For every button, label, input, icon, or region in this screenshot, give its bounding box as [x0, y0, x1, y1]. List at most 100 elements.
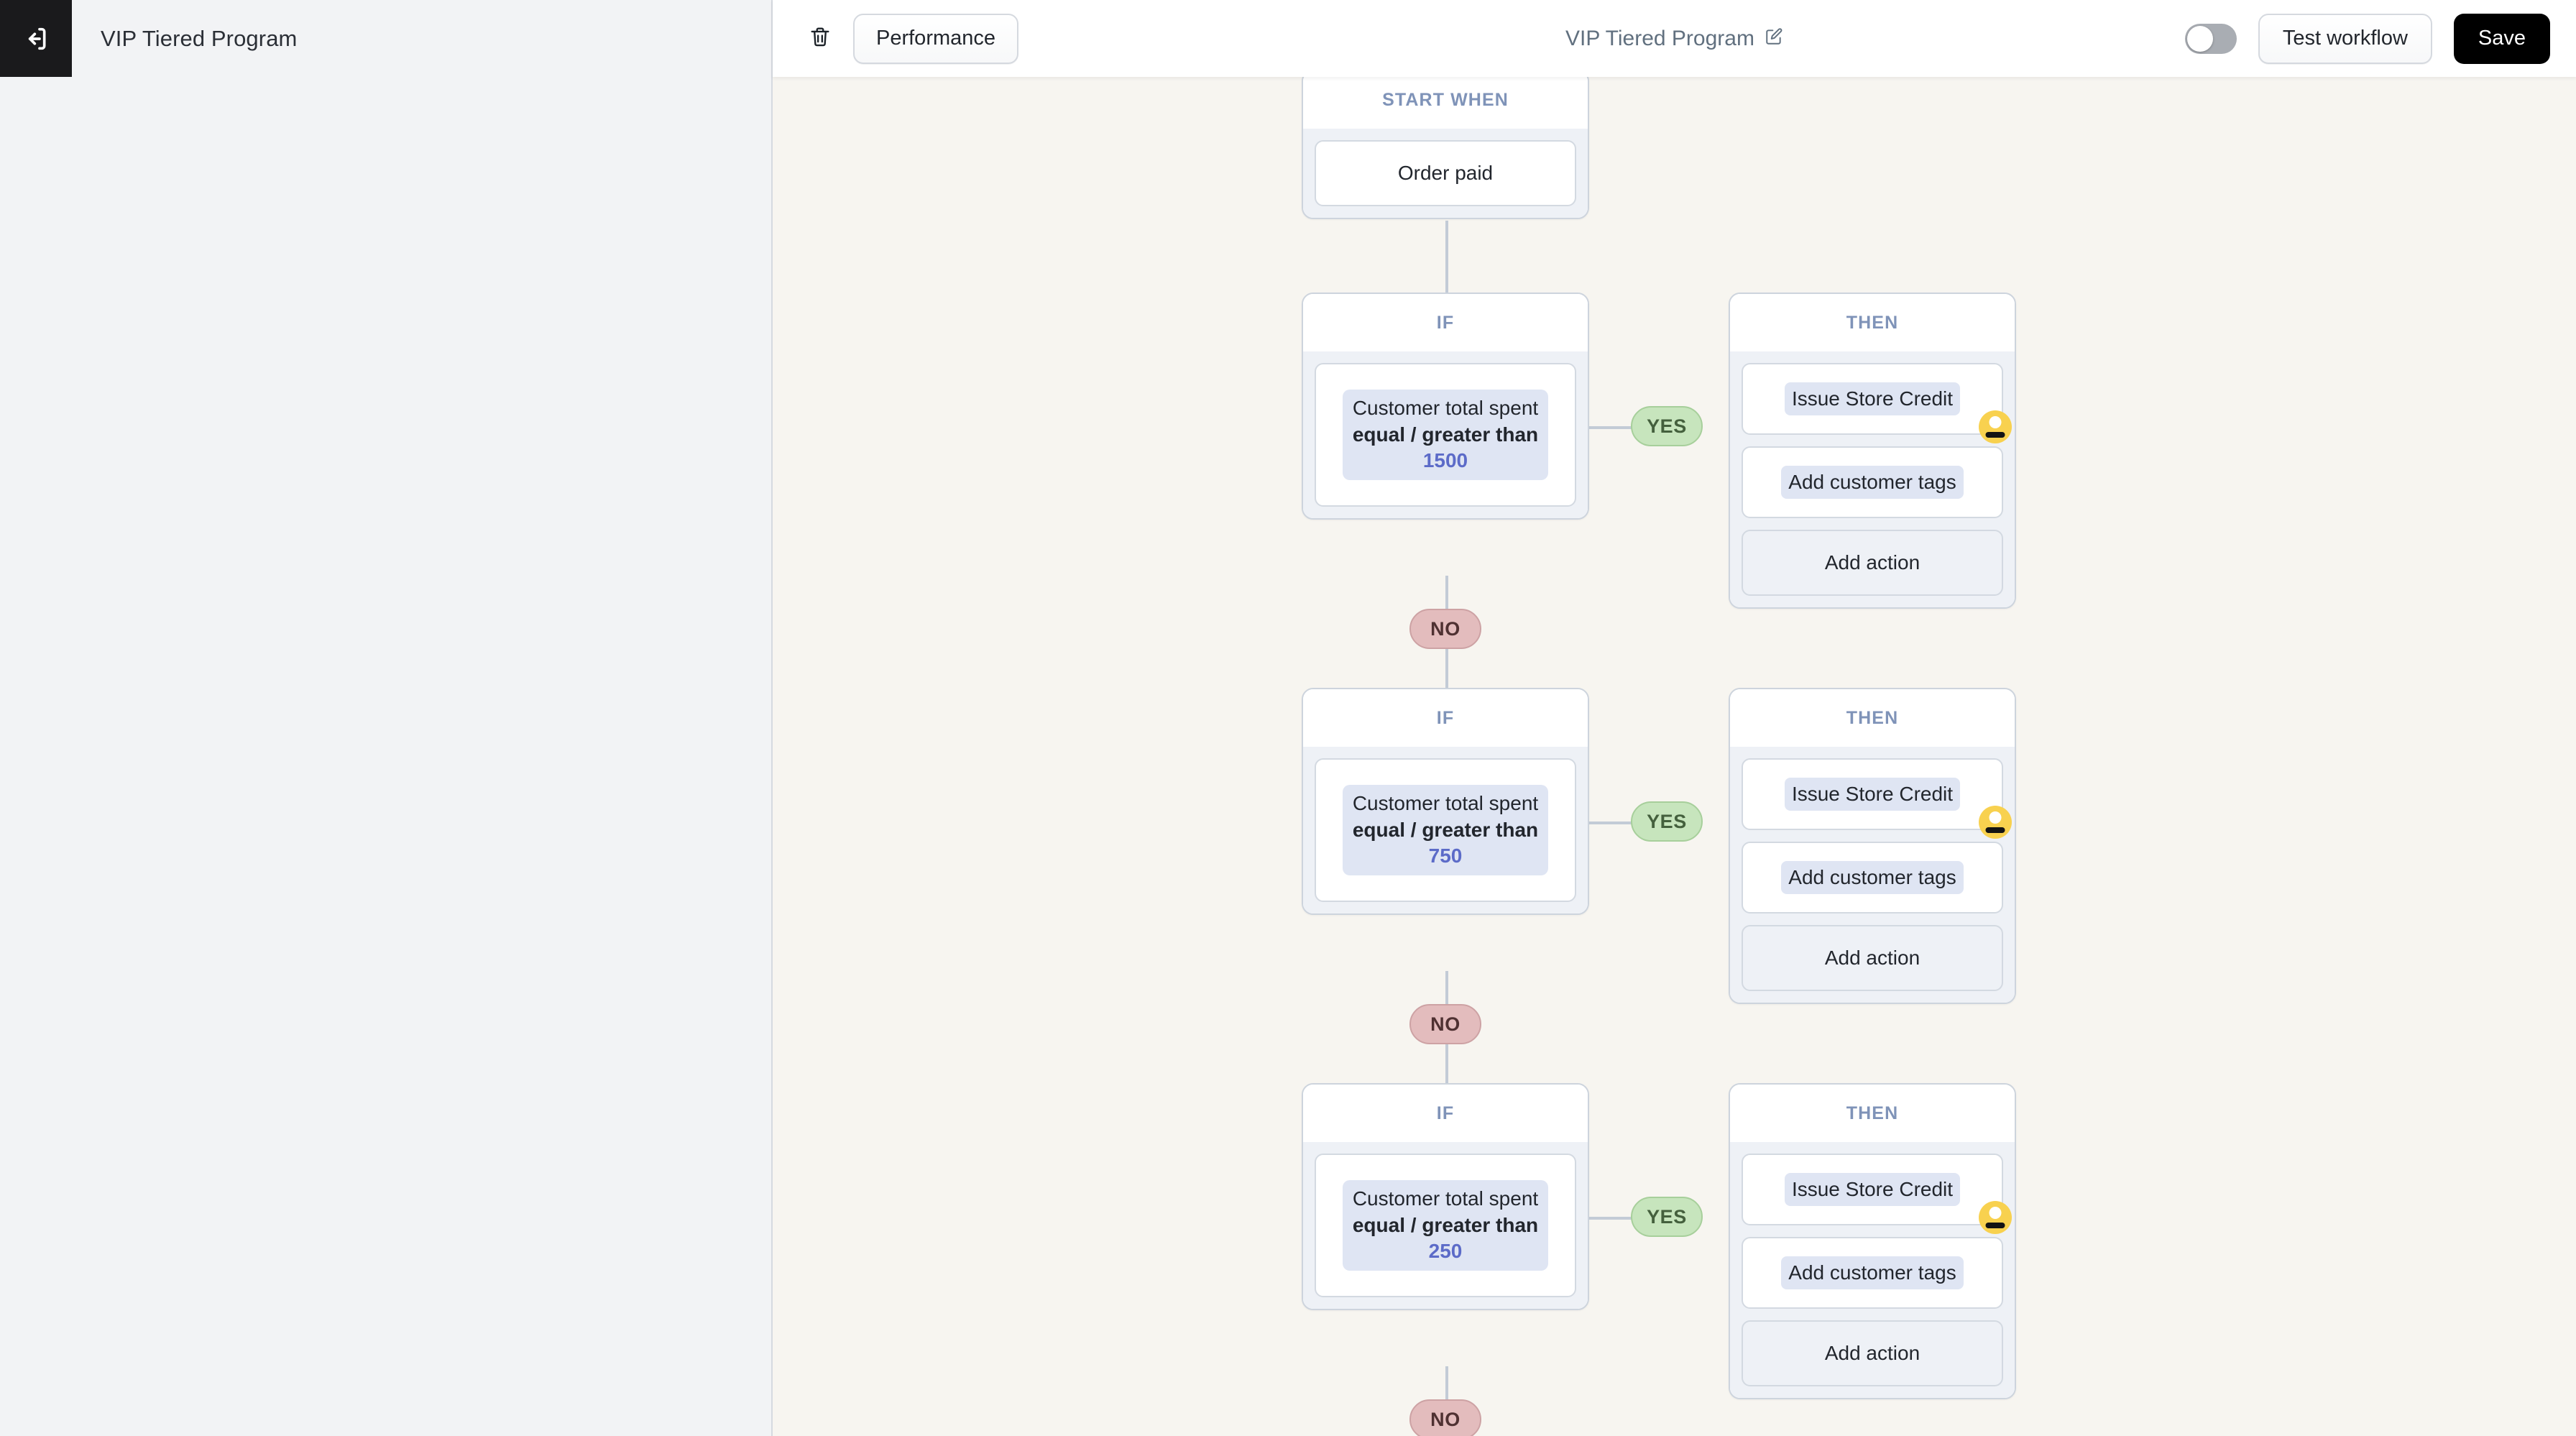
then-node-1-header: THEN	[1730, 294, 2015, 351]
user-avatar-badge	[1979, 410, 2012, 443]
then-node-3-header: THEN	[1730, 1085, 2015, 1142]
condition-card-1[interactable]: Customer total spent equal / greater tha…	[1315, 363, 1576, 507]
delete-workflow-button[interactable]	[803, 22, 837, 56]
then-node-3-header-label: THEN	[1846, 1103, 1899, 1123]
yes-pill-3-label: YES	[1647, 1205, 1687, 1228]
workflow-enable-toggle[interactable]	[2184, 23, 2237, 54]
trash-icon	[808, 24, 832, 52]
no-pill-3: NO	[1409, 1399, 1481, 1436]
action-card-2-2-label: Add customer tags	[1781, 861, 1964, 894]
condition-value-3: 250	[1428, 1240, 1463, 1263]
condition-operator-3: equal / greater than	[1352, 1213, 1539, 1236]
trigger-item-label: Order paid	[1397, 162, 1494, 184]
action-card-1-2[interactable]: Add customer tags	[1742, 446, 2003, 518]
save-button[interactable]: Save	[2453, 13, 2550, 64]
action-card-1-1[interactable]: Issue Store Credit	[1742, 363, 2012, 443]
action-card-1-1-label: Issue Store Credit	[1784, 382, 1961, 415]
test-workflow-label: Test workflow	[2282, 27, 2408, 50]
if-node-3[interactable]: IF Customer total spent equal / greater …	[1302, 1083, 1589, 1310]
action-card-1-2-label: Add customer tags	[1781, 466, 1964, 499]
add-action-button-1-label: Add action	[1824, 551, 1920, 574]
then-node-1-header-label: THEN	[1846, 312, 1899, 333]
no-pill-1-label: NO	[1430, 617, 1460, 640]
yes-pill-2-label: YES	[1647, 810, 1687, 832]
add-action-button-3-label: Add action	[1824, 1342, 1920, 1364]
if-node-1-body: Customer total spent equal / greater tha…	[1303, 351, 1588, 518]
yes-pill-1-label: YES	[1647, 415, 1687, 437]
action-card-3-1[interactable]: Issue Store Credit	[1742, 1154, 2012, 1234]
then-node-2-body: Issue Store Credit Add customer tags Add…	[1730, 747, 2015, 1003]
trigger-item-card[interactable]: Order paid	[1315, 140, 1576, 206]
then-node-3-body: Issue Store Credit Add customer tags Add…	[1730, 1142, 2015, 1398]
if-node-3-body: Customer total spent equal / greater tha…	[1303, 1142, 1588, 1309]
condition-chip-3: Customer total spent equal / greater tha…	[1342, 1179, 1549, 1271]
yes-pill-3: YES	[1631, 1197, 1703, 1237]
trigger-node[interactable]: START WHEN Order paid	[1302, 77, 1589, 219]
condition-subject-3: Customer total spent	[1352, 1187, 1539, 1210]
if-node-2-header: IF	[1303, 689, 1588, 747]
performance-button-label: Performance	[876, 27, 996, 50]
action-card-2-2[interactable]: Add customer tags	[1742, 842, 2003, 913]
trigger-node-body: Order paid	[1303, 129, 1588, 218]
workflow-toolbar: Performance VIP Tiered Program Test work…	[773, 0, 2576, 77]
then-node-2[interactable]: THEN Issue Store Credit Add customer tag…	[1729, 688, 2016, 1004]
node-layer: START WHEN Order paid IF Customer total …	[773, 77, 2576, 1436]
if-node-2-header-label: IF	[1436, 707, 1455, 728]
action-card-3-2-label: Add customer tags	[1781, 1256, 1964, 1289]
user-avatar-badge	[1979, 1201, 2012, 1234]
left-panel-header: VIP Tiered Program	[72, 0, 773, 77]
no-pill-2: NO	[1409, 1004, 1481, 1044]
then-node-2-header: THEN	[1730, 689, 2015, 747]
condition-chip-1: Customer total spent equal / greater tha…	[1342, 389, 1549, 481]
performance-button[interactable]: Performance	[853, 13, 1019, 64]
workflow-title: VIP Tiered Program	[1565, 26, 1754, 50]
then-node-1-body: Issue Store Credit Add customer tags Add…	[1730, 351, 2015, 607]
add-action-button-3[interactable]: Add action	[1742, 1320, 2003, 1386]
yes-pill-1: YES	[1631, 406, 1703, 446]
no-pill-3-label: NO	[1430, 1408, 1460, 1430]
if-node-2[interactable]: IF Customer total spent equal / greater …	[1302, 688, 1589, 915]
no-pill-2-label: NO	[1430, 1013, 1460, 1035]
if-node-1-header-label: IF	[1436, 312, 1455, 333]
left-panel-title: VIP Tiered Program	[101, 25, 298, 51]
left-side-panel	[0, 77, 773, 1436]
collapse-sidebar-button[interactable]	[0, 0, 72, 77]
condition-subject-1: Customer total spent	[1352, 396, 1539, 419]
condition-operator-2: equal / greater than	[1352, 818, 1539, 841]
then-node-1[interactable]: THEN Issue Store Credit Add customer tag…	[1729, 293, 2016, 609]
action-card-3-1-label: Issue Store Credit	[1784, 1173, 1961, 1206]
no-pill-1: NO	[1409, 609, 1481, 649]
condition-chip-2: Customer total spent equal / greater tha…	[1342, 784, 1549, 876]
action-card-3-2[interactable]: Add customer tags	[1742, 1237, 2003, 1309]
add-action-button-2-label: Add action	[1824, 947, 1920, 969]
condition-value-1: 1500	[1422, 449, 1468, 472]
test-workflow-button[interactable]: Test workflow	[2258, 13, 2432, 64]
condition-operator-1: equal / greater than	[1352, 423, 1539, 446]
toggle-knob	[2186, 25, 2213, 52]
toolbar-right-group: Test workflow Save	[2184, 13, 2550, 64]
save-button-label: Save	[2478, 27, 2526, 50]
if-node-3-header-label: IF	[1436, 1103, 1455, 1123]
trigger-node-header-label: START WHEN	[1382, 89, 1509, 110]
edit-pencil-icon[interactable]	[1765, 27, 1783, 50]
add-action-button-1[interactable]: Add action	[1742, 530, 2003, 596]
action-card-2-1[interactable]: Issue Store Credit	[1742, 758, 2012, 839]
trigger-node-header: START WHEN	[1303, 77, 1588, 129]
if-node-1-header: IF	[1303, 294, 1588, 351]
user-avatar-badge	[1979, 806, 2012, 839]
condition-card-2[interactable]: Customer total spent equal / greater tha…	[1315, 758, 1576, 902]
condition-subject-2: Customer total spent	[1352, 791, 1539, 814]
collapse-sidebar-icon	[22, 24, 50, 53]
yes-pill-2: YES	[1631, 801, 1703, 842]
then-node-3[interactable]: THEN Issue Store Credit Add customer tag…	[1729, 1083, 2016, 1399]
action-card-2-1-label: Issue Store Credit	[1784, 778, 1961, 811]
if-node-3-header: IF	[1303, 1085, 1588, 1142]
condition-card-3[interactable]: Customer total spent equal / greater tha…	[1315, 1154, 1576, 1297]
if-node-2-body: Customer total spent equal / greater tha…	[1303, 747, 1588, 913]
if-node-1[interactable]: IF Customer total spent equal / greater …	[1302, 293, 1589, 520]
then-node-2-header-label: THEN	[1846, 707, 1899, 728]
workflow-canvas[interactable]: START WHEN Order paid IF Customer total …	[773, 77, 2576, 1436]
add-action-button-2[interactable]: Add action	[1742, 925, 2003, 991]
top-bar: VIP Tiered Program Performance VIP Tiere…	[0, 0, 2576, 77]
condition-value-2: 750	[1428, 844, 1463, 867]
